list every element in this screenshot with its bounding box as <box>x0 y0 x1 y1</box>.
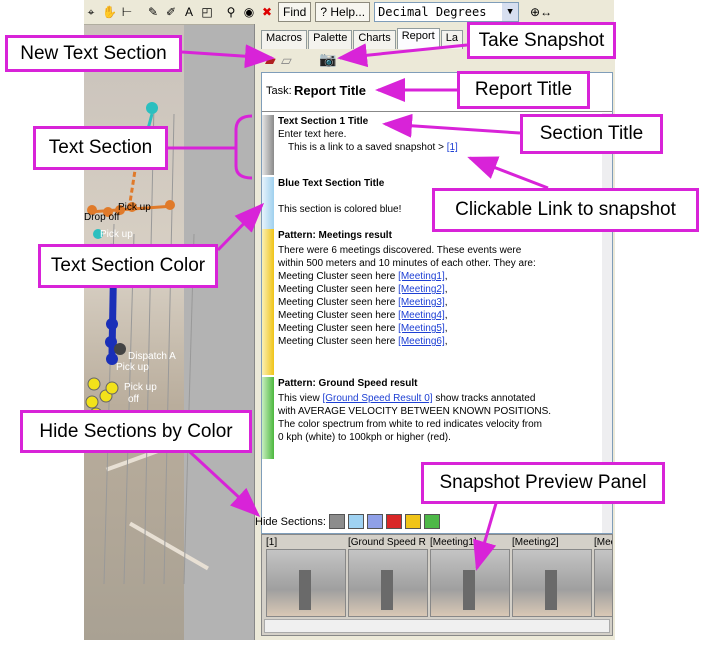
callout-new-text-section: New Text Section <box>5 35 182 72</box>
callout-text-section-color: Text Section Color <box>38 244 218 288</box>
callout-snapshot-preview-panel: Snapshot Preview Panel <box>421 462 665 504</box>
callout-arrows <box>168 43 549 571</box>
callout-clickable-link: Clickable Link to snapshot <box>432 188 699 232</box>
callout-take-snapshot: Take Snapshot <box>467 22 616 59</box>
callout-hide-sections-by-color: Hide Sections by Color <box>20 410 252 453</box>
callout-report-title: Report Title <box>457 71 590 109</box>
callout-section-title: Section Title <box>520 114 663 154</box>
callout-text-section: Text Section <box>33 126 168 170</box>
